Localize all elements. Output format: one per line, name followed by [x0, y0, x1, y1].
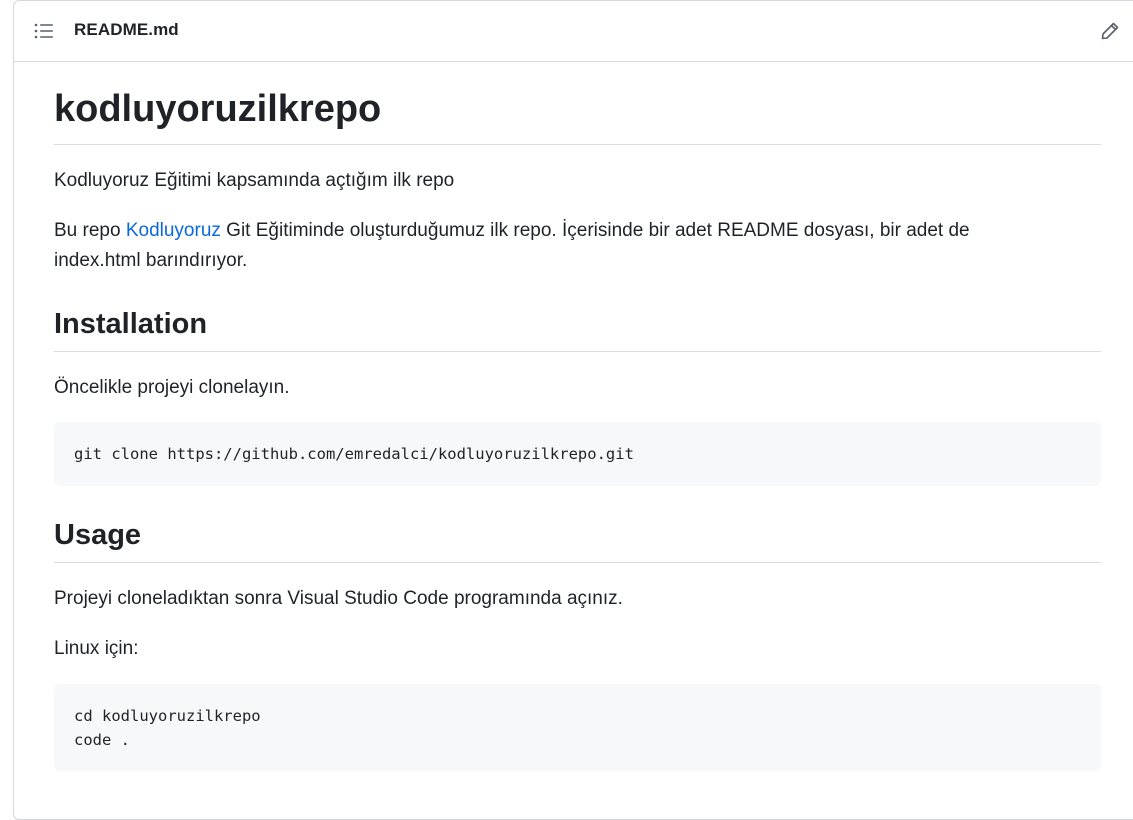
readme-title: kodluyoruzilkrepo	[54, 88, 382, 130]
usage-text: Projeyi cloneladıktan sonra Visual Studi…	[54, 588, 623, 609]
linux-label: Linux için:	[54, 638, 139, 659]
usage-heading: Usage	[54, 519, 142, 551]
usage-divider	[54, 562, 1101, 563]
file-name[interactable]: README.md	[74, 20, 179, 40]
list-unordered-icon[interactable]	[34, 22, 54, 40]
title-divider	[54, 144, 1101, 145]
description-text: Bu repo Kodluyoruz Git Eğitiminde oluştu…	[54, 216, 1054, 276]
code-line-1: cd kodluyoruzilkrepo	[74, 707, 261, 725]
description-suffix: Git Eğitiminde oluşturduğumuz ilk repo. …	[220, 220, 970, 241]
description-line2: index.html barındırıyor.	[54, 250, 248, 271]
readme-header: README.md	[14, 1, 1133, 62]
code-line-2: code .	[74, 731, 130, 749]
description-prefix: Bu repo	[54, 220, 126, 241]
usage-code-block[interactable]: cd kodluyoruzilkrepo code .	[54, 684, 1101, 771]
clone-code-block[interactable]: git clone https://github.com/emredalci/k…	[54, 422, 1101, 486]
intro-text: Kodluyoruz Eğitimi kapsamında açtığım il…	[54, 170, 455, 191]
kodluyoruz-link[interactable]: Kodluyoruz	[126, 220, 221, 241]
installation-text: Öncelikle projeyi clonelayın.	[54, 377, 290, 398]
pencil-icon[interactable]	[1100, 21, 1120, 41]
installation-heading: Installation	[54, 308, 208, 340]
installation-divider	[54, 351, 1101, 352]
